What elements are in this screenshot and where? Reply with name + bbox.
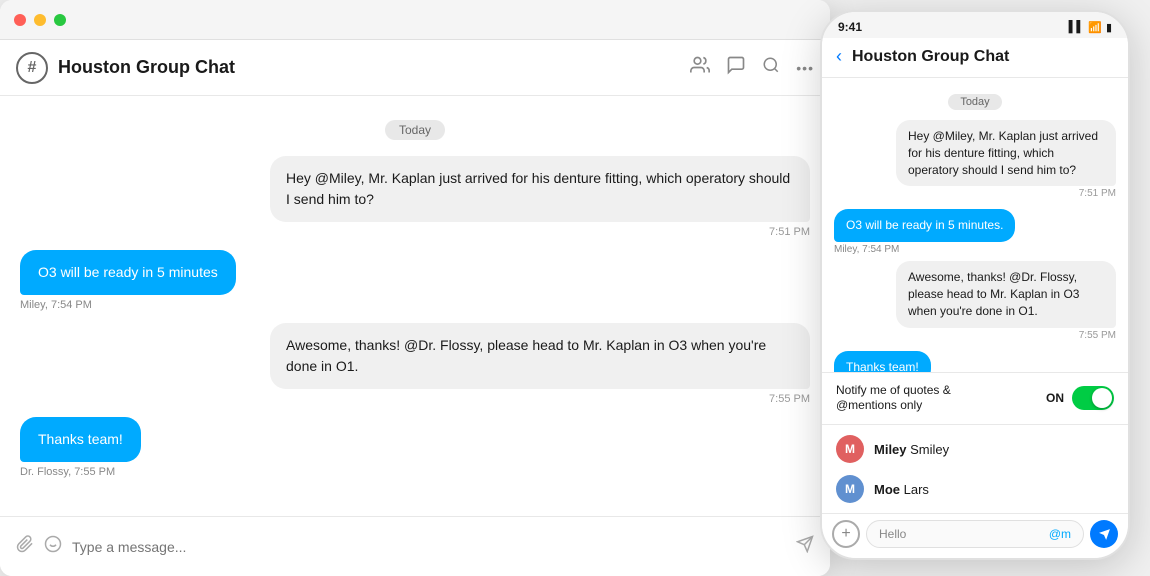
phone-message-2: O3 will be ready in 5 minutes. <box>834 209 1116 242</box>
signal-icon: ▌▌ <box>1069 21 1085 33</box>
sender-4: Dr. Flossy, 7:55 PM <box>20 466 810 478</box>
phone-bubble-3: Awesome, thanks! @Dr. Flossy, please hea… <box>896 261 1116 327</box>
emoji-icon[interactable] <box>44 535 62 558</box>
phone-chat-title: Houston Group Chat <box>852 48 1009 66</box>
notify-state: ON <box>1046 391 1064 405</box>
phone-messages: Today Hey @Miley, Mr. Kaplan just arrive… <box>822 78 1128 372</box>
message-bubble-2: O3 will be ready in 5 minutes <box>20 250 236 295</box>
phone-bubble-1: Hey @Miley, Mr. Kaplan just arrived for … <box>896 120 1116 186</box>
search-icon[interactable] <box>762 56 780 79</box>
phone-add-button[interactable]: + <box>832 520 860 548</box>
message-1: Hey @Miley, Mr. Kaplan just arrived for … <box>20 156 810 246</box>
phone-date-badge: Today <box>948 94 1001 110</box>
phone-timestamp-3: 7:55 PM <box>896 330 1116 341</box>
phone-users-list: M Miley Smiley M Moe Lars <box>822 424 1128 513</box>
phone-mention-text: @m <box>1049 527 1071 541</box>
phone-input-area: + Hello @m <box>822 513 1128 558</box>
chat-header: # Houston Group Chat ••• <box>0 40 830 96</box>
phone-message-input[interactable]: Hello @m <box>866 520 1084 548</box>
message-input[interactable] <box>72 539 786 555</box>
phone-date-divider: Today <box>834 92 1116 110</box>
phone-status-bar: 9:41 ▌▌ 📶 ▮ <box>822 12 1128 38</box>
phone-notification-row: Notify me of quotes & @mentions only ON <box>822 372 1128 424</box>
phone-header: ‹ Houston Group Chat <box>822 38 1128 78</box>
messages-area: Today Hey @Miley, Mr. Kaplan just arrive… <box>0 96 830 516</box>
phone-message-4: Thanks team! <box>834 351 1116 372</box>
phone-input-placeholder: Hello <box>879 527 906 541</box>
phone-status-icons: ▌▌ 📶 ▮ <box>1069 21 1112 34</box>
phone-sender-2: Miley, 7:54 PM <box>834 244 1116 255</box>
date-badge: Today <box>385 120 445 140</box>
message-2: O3 will be ready in 5 minutes <box>20 250 810 295</box>
group-icon[interactable] <box>690 55 710 80</box>
notify-right: ON <box>1046 386 1114 410</box>
back-button[interactable]: ‹ <box>836 46 842 67</box>
input-area <box>0 516 830 576</box>
maximize-dot[interactable] <box>54 14 66 26</box>
phone-send-button[interactable] <box>1090 520 1118 548</box>
phone-bubble-4: Thanks team! <box>834 351 931 372</box>
minimize-dot[interactable] <box>34 14 46 26</box>
toggle-knob <box>1092 388 1112 408</box>
notify-label: Notify me of quotes & @mentions only <box>836 383 996 414</box>
chat-title: Houston Group Chat <box>58 57 235 78</box>
message-bubble-1: Hey @Miley, Mr. Kaplan just arrived for … <box>270 156 810 222</box>
user-item-moe: M Moe Lars <box>822 469 1128 509</box>
close-dot[interactable] <box>14 14 26 26</box>
phone-time: 9:41 <box>838 20 862 34</box>
avatar-miley: M <box>836 435 864 463</box>
message-3: Awesome, thanks! @Dr. Flossy, please hea… <box>20 323 810 413</box>
header-left: # Houston Group Chat <box>16 52 690 84</box>
user-name-moe: Moe Lars <box>874 482 929 497</box>
battery-icon: ▮ <box>1106 21 1112 34</box>
user-item-miley: M Miley Smiley <box>822 429 1128 469</box>
comment-icon[interactable] <box>726 55 746 80</box>
timestamp-3: 7:55 PM <box>270 393 810 405</box>
chat-window: # Houston Group Chat ••• Today Hey @Mile… <box>0 0 830 576</box>
attachment-icon[interactable] <box>16 535 34 558</box>
date-divider: Today <box>20 120 810 140</box>
phone-message-3: Awesome, thanks! @Dr. Flossy, please hea… <box>834 261 1116 346</box>
channel-hash-icon: # <box>16 52 48 84</box>
send-button[interactable] <box>796 535 814 558</box>
user-name-miley: Miley Smiley <box>874 442 949 457</box>
message-bubble-4: Thanks team! <box>20 417 141 462</box>
more-icon[interactable]: ••• <box>796 60 814 76</box>
message-bubble-3: Awesome, thanks! @Dr. Flossy, please hea… <box>270 323 810 389</box>
wifi-icon: 📶 <box>1088 21 1102 34</box>
header-right: ••• <box>690 55 814 80</box>
timestamp-1: 7:51 PM <box>270 226 810 238</box>
notification-toggle[interactable] <box>1072 386 1114 410</box>
sender-2: Miley, 7:54 PM <box>20 299 810 311</box>
phone-message-1: Hey @Miley, Mr. Kaplan just arrived for … <box>834 120 1116 205</box>
message-4: Thanks team! <box>20 417 810 462</box>
phone-bubble-2: O3 will be ready in 5 minutes. <box>834 209 1015 242</box>
phone-timestamp-1: 7:51 PM <box>896 188 1116 199</box>
avatar-moe: M <box>836 475 864 503</box>
title-bar <box>0 0 830 40</box>
phone-mockup: 9:41 ▌▌ 📶 ▮ ‹ Houston Group Chat Today H… <box>820 10 1130 560</box>
